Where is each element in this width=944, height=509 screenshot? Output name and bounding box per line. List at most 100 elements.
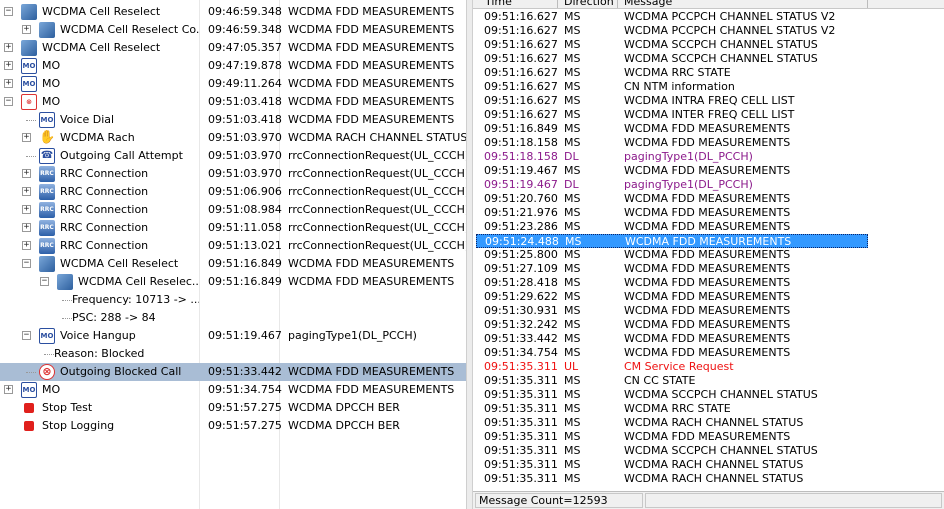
collapse-toggle[interactable]: − bbox=[22, 259, 31, 268]
expand-toggle[interactable]: + bbox=[22, 223, 31, 232]
message-row[interactable]: 09:51:16.627 MS WCDMA SCCPCH CHANNEL STATU… bbox=[476, 52, 868, 66]
message-row[interactable]: 09:51:16.627 MS WCDMA SCCPCH CHANNEL STATU… bbox=[476, 38, 868, 52]
column-header-direction[interactable]: Direction bbox=[564, 0, 614, 8]
tree-row[interactable]: + WCDMA Cell Reselect 09:47:05.357 WCDMA FD… bbox=[0, 39, 466, 57]
message-row[interactable]: 09:51:35.311 MS WCDMA RACH CHANNEL STATUS bbox=[476, 472, 868, 486]
tree-row-label: WCDMA Cell Reselec... bbox=[78, 275, 199, 288]
collapse-toggle[interactable]: − bbox=[22, 331, 31, 340]
tree-row[interactable]: + RRC RRC Connection 09:51:13.021 rrcConnect… bbox=[0, 237, 466, 255]
tree-row[interactable]: + RRC RRC Connection 09:51:06.906 rrcConnect… bbox=[0, 183, 466, 201]
expand-toggle[interactable]: + bbox=[22, 169, 31, 178]
collapse-toggle[interactable]: − bbox=[40, 277, 49, 286]
message-row[interactable]: 09:51:34.754 MS WCDMA FDD MEASUREMENTS bbox=[476, 346, 868, 360]
expand-toggle[interactable]: + bbox=[22, 25, 31, 34]
message-text: WCDMA FDD MEASUREMENTS bbox=[624, 206, 791, 219]
tree-row[interactable]: + RRC RRC Connection 09:51:03.970 rrcConnect… bbox=[0, 165, 466, 183]
message-text: WCDMA FDD MEASUREMENTS bbox=[624, 122, 791, 135]
message-row[interactable]: 09:51:30.931 MS WCDMA FDD MEASUREMENTS bbox=[476, 304, 868, 318]
tree-row[interactable]: Frequency: 10713 -> ... bbox=[0, 291, 466, 309]
tree-row[interactable]: PSC: 288 -> 84 bbox=[0, 309, 466, 327]
tree-row[interactable]: MO Voice Dial 09:51:03.418 WCDMA FDD MEASUR… bbox=[0, 111, 466, 129]
message-row[interactable]: 09:51:35.311 MS CN CC STATE bbox=[476, 374, 868, 388]
message-row[interactable]: 09:51:21.976 MS WCDMA FDD MEASUREMENTS bbox=[476, 206, 868, 220]
column-header-time[interactable]: Time bbox=[485, 0, 512, 8]
message-row[interactable]: 09:51:35.311 UL CM Service Request bbox=[476, 360, 868, 374]
tree-row[interactable]: + ✋ WCDMA Rach 09:51:03.970 WCDMA RACH CHANN… bbox=[0, 129, 466, 147]
message-row[interactable]: 09:51:16.627 MS WCDMA INTRA FREQ CELL LIST bbox=[476, 94, 868, 108]
message-row[interactable]: 09:51:18.158 DL pagingType1(DL_PCCH) bbox=[476, 150, 868, 164]
panel-splitter[interactable] bbox=[466, 0, 473, 509]
tree-row-message: WCDMA FDD MEASUREMENTS bbox=[288, 23, 455, 36]
message-time: 09:51:28.418 bbox=[484, 276, 558, 289]
message-row[interactable]: 09:51:23.286 MS WCDMA FDD MEASUREMENTS bbox=[476, 220, 868, 234]
expand-toggle[interactable]: + bbox=[22, 133, 31, 142]
tree-row[interactable]: − WCDMA Cell Reselect 09:46:59.348 WCDMA FD… bbox=[0, 3, 466, 21]
tree-row[interactable]: Stop Logging 09:51:57.275 WCDMA DPCCH BER bbox=[0, 417, 466, 435]
message-row[interactable]: 09:51:16.627 MS WCDMA PCCPCH CHANNEL STATU… bbox=[476, 10, 868, 24]
message-row[interactable]: 09:51:16.627 MS WCDMA PCCPCH CHANNEL STATU… bbox=[476, 24, 868, 38]
message-direction: MS bbox=[564, 402, 581, 415]
message-row[interactable]: 09:51:35.311 MS WCDMA RACH CHANNEL STATUS bbox=[476, 458, 868, 472]
message-row[interactable]: 09:51:32.242 MS WCDMA FDD MEASUREMENTS bbox=[476, 318, 868, 332]
expand-toggle[interactable]: + bbox=[22, 205, 31, 214]
tree-row[interactable]: + MO MO 09:49:11.264 WCDMA FDD MEASUREMENTS bbox=[0, 75, 466, 93]
message-row[interactable]: 09:51:19.467 DL pagingType1(DL_PCCH) bbox=[476, 178, 868, 192]
tree-row-label: Reason: Blocked bbox=[54, 347, 145, 360]
message-direction: MS bbox=[564, 38, 581, 51]
message-row[interactable]: 09:51:25.800 MS WCDMA FDD MEASUREMENTS bbox=[476, 248, 868, 262]
message-row[interactable]: 09:51:35.311 MS WCDMA RRC STATE bbox=[476, 402, 868, 416]
message-row[interactable]: 09:51:16.627 MS WCDMA RRC STATE bbox=[476, 66, 868, 80]
message-row[interactable]: 09:51:35.311 MS WCDMA FDD MEASUREMENTS bbox=[476, 430, 868, 444]
message-row[interactable]: 09:51:16.627 MS CN NTM information bbox=[476, 80, 868, 94]
tree-row[interactable]: + RRC RRC Connection 09:51:08.984 rrcConnect… bbox=[0, 201, 466, 219]
phone-call-icon: ☎ bbox=[39, 148, 55, 164]
tree-row[interactable]: − WCDMA Cell Reselect 09:51:16.849 WCDMA FD… bbox=[0, 255, 466, 273]
message-direction: MS bbox=[564, 248, 581, 261]
message-row[interactable]: 09:51:16.627 MS WCDMA INTER FREQ CELL LIST bbox=[476, 108, 868, 122]
tree-row-label: Voice Hangup bbox=[60, 329, 136, 342]
message-row[interactable]: 09:51:20.760 MS WCDMA FDD MEASUREMENTS bbox=[476, 192, 868, 206]
expand-toggle[interactable]: + bbox=[22, 241, 31, 250]
message-row[interactable]: 09:51:28.418 MS WCDMA FDD MEASUREMENTS bbox=[476, 276, 868, 290]
tree-row[interactable]: ⊗ Outgoing Blocked Call 09:51:33.442 WCDMA … bbox=[0, 363, 466, 381]
tree-row[interactable]: + MO MO 09:51:34.754 WCDMA FDD MEASUREMENTS bbox=[0, 381, 466, 399]
expand-toggle[interactable]: + bbox=[4, 385, 13, 394]
message-text: WCDMA RRC STATE bbox=[624, 66, 731, 79]
collapse-toggle[interactable]: − bbox=[4, 7, 13, 16]
tree-row[interactable]: Stop Test 09:51:57.275 WCDMA DPCCH BER bbox=[0, 399, 466, 417]
message-row[interactable]: 09:51:29.622 MS WCDMA FDD MEASUREMENTS bbox=[476, 290, 868, 304]
tree-row-time: 09:47:19.878 bbox=[208, 59, 282, 72]
tree-row-message: pagingType1(DL_PCCH) bbox=[288, 329, 417, 342]
tree-row-label: RRC Connection bbox=[60, 167, 149, 180]
tree-row[interactable]: − MO Voice Hangup 09:51:19.467 pagingType1(D… bbox=[0, 327, 466, 345]
tree-row-message: WCDMA FDD MEASUREMENTS bbox=[288, 365, 455, 378]
message-text: WCDMA SCCPCH CHANNEL STATUS bbox=[624, 444, 818, 457]
message-row[interactable]: 09:51:18.158 MS WCDMA FDD MEASUREMENTS bbox=[476, 136, 868, 150]
tree-row[interactable]: Reason: Blocked bbox=[0, 345, 466, 363]
expand-toggle[interactable]: + bbox=[4, 79, 13, 88]
tree-row[interactable]: ☎ Outgoing Call Attempt 09:51:03.970 rrcCon… bbox=[0, 147, 466, 165]
column-header-message[interactable]: Message bbox=[624, 0, 672, 8]
message-direction: MS bbox=[564, 346, 581, 359]
tree-row[interactable]: + RRC RRC Connection 09:51:11.058 rrcConnect… bbox=[0, 219, 466, 237]
message-row[interactable]: 09:51:27.109 MS WCDMA FDD MEASUREMENTS bbox=[476, 262, 868, 276]
message-time: 09:51:18.158 bbox=[484, 136, 558, 149]
collapse-toggle[interactable]: − bbox=[4, 97, 13, 106]
message-row[interactable]: 09:51:16.849 MS WCDMA FDD MEASUREMENTS bbox=[476, 122, 868, 136]
message-list-panel: Time Direction Message 09:51:16.627 MS WCD… bbox=[473, 0, 944, 509]
expand-toggle[interactable]: + bbox=[4, 43, 13, 52]
expand-toggle[interactable]: + bbox=[4, 61, 13, 70]
message-row[interactable]: 09:51:35.311 MS WCDMA SCCPCH CHANNEL STATU… bbox=[476, 444, 868, 458]
tree-row[interactable]: + WCDMA Cell Reselect Co... 09:46:59.348 WC… bbox=[0, 21, 466, 39]
tree-row[interactable]: − ⊗ MO 09:51:03.418 WCDMA FDD MEASUREMENTS bbox=[0, 93, 466, 111]
message-row[interactable]: 09:51:33.442 MS WCDMA FDD MEASUREMENTS bbox=[476, 332, 868, 346]
tree-row[interactable]: − WCDMA Cell Reselec... 09:51:16.849 WCDMA … bbox=[0, 273, 466, 291]
message-text: WCDMA INTRA FREQ CELL LIST bbox=[624, 94, 795, 107]
message-row[interactable]: 09:51:19.467 MS WCDMA FDD MEASUREMENTS bbox=[476, 164, 868, 178]
mo-call-icon: MO bbox=[21, 76, 37, 92]
message-row[interactable]: 09:51:24.488 MS WCDMA FDD MEASUREMENTS bbox=[476, 234, 868, 248]
expand-toggle[interactable]: + bbox=[22, 187, 31, 196]
message-row[interactable]: 09:51:35.311 MS WCDMA SCCPCH CHANNEL STATU… bbox=[476, 388, 868, 402]
message-row[interactable]: 09:51:35.311 MS WCDMA RACH CHANNEL STATUS bbox=[476, 416, 868, 430]
tree-row[interactable]: + MO MO 09:47:19.878 WCDMA FDD MEASUREMENTS bbox=[0, 57, 466, 75]
